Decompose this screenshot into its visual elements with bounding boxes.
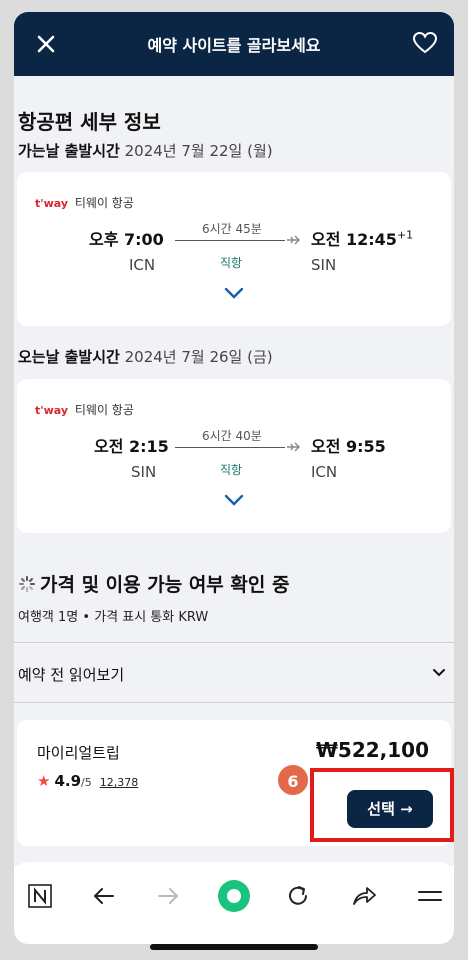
airline-name: 티웨이 항공 xyxy=(74,403,134,417)
travelers: 여행객 1명 xyxy=(18,610,79,625)
tway-logo: t'way xyxy=(35,404,69,417)
route-line xyxy=(175,240,285,241)
price-check-status: 가격 및 이용 가능 여부 확인 중 xyxy=(18,570,289,597)
home-indicator xyxy=(150,944,318,950)
inbound-label: 오는날 출발시간 xyxy=(18,348,120,366)
chevron-down-icon[interactable] xyxy=(223,286,245,300)
offer-price: ₩522,100 xyxy=(315,738,429,762)
inbound-arrive-time: 오전 9:55 xyxy=(311,437,386,456)
chevron-down-icon[interactable] xyxy=(432,668,446,678)
divider xyxy=(14,702,454,703)
tway-logo: t'way xyxy=(35,197,69,210)
inbound-duration: 6시간 40분 xyxy=(202,429,262,443)
naver-n-icon[interactable] xyxy=(26,882,54,910)
divider xyxy=(14,642,454,643)
route-line xyxy=(175,447,285,448)
plane-icon xyxy=(287,442,300,452)
heart-icon[interactable] xyxy=(412,30,438,56)
outbound-duration: 6시간 45분 xyxy=(202,222,262,236)
inbound-stops: 직항 xyxy=(220,463,243,477)
rating-value: 4.9 xyxy=(54,772,82,790)
loading-text: 가격 및 이용 가능 여부 확인 중 xyxy=(40,574,290,596)
header-title: 예약 사이트를 골라보세요 xyxy=(147,36,321,55)
currency: 가격 표시 통화 KRW xyxy=(94,610,209,625)
step-badge: 6 xyxy=(276,763,310,797)
review-count-link[interactable]: 12,378 xyxy=(100,776,139,789)
plane-icon xyxy=(287,235,300,245)
inbound-flight-card[interactable]: t'way 티웨이 항공 오전 2:15 6시간 40분 오전 9:55 SIN… xyxy=(17,379,451,533)
traveler-currency-info: 여행객 1명 • 가격 표시 통화 KRW xyxy=(18,606,208,625)
menu-icon[interactable] xyxy=(416,882,444,910)
airline-name: 티웨이 항공 xyxy=(74,196,134,210)
read-before-booking[interactable]: 예약 전 읽어보기 xyxy=(18,664,124,685)
inbound-airline: t'way 티웨이 항공 xyxy=(35,401,134,418)
share-icon[interactable] xyxy=(350,882,378,910)
forward-arrow-icon[interactable] xyxy=(154,882,182,910)
highlight-box xyxy=(310,768,454,842)
rating-scale: /5 xyxy=(81,776,92,789)
inbound-depart-time: 오전 2:15 xyxy=(94,437,169,456)
outbound-depart-time: 오후 7:00 xyxy=(89,230,164,249)
bottom-nav xyxy=(14,866,454,944)
header-bar: 예약 사이트를 골라보세요 xyxy=(14,12,454,76)
vendor-rating: ★ 4.9/5 12,378 xyxy=(37,772,138,790)
outbound-subheading: 가는날 출발시간 2024년 7월 22일 (월) xyxy=(18,140,273,161)
outbound-arrive-time: 오전 12:45+1 xyxy=(311,226,413,250)
star-icon: ★ xyxy=(37,772,51,790)
outbound-to-code: SIN xyxy=(311,256,337,274)
outbound-flight-card[interactable]: t'way 티웨이 항공 오후 7:00 6시간 45분 오전 12:45+1 … xyxy=(17,172,451,326)
arrive-time-text: 오전 12:45 xyxy=(311,230,397,249)
flight-details-title: 항공편 세부 정보 xyxy=(18,110,161,134)
vendor-name: 마이리얼트립 xyxy=(37,744,120,762)
inbound-to-code: ICN xyxy=(311,463,338,481)
outbound-from-code: ICN xyxy=(129,256,156,274)
reload-icon[interactable] xyxy=(284,882,312,910)
content-area: 항공편 세부 정보 가는날 출발시간 2024년 7월 22일 (월) t'wa… xyxy=(14,76,454,866)
outbound-date: 2024년 7월 22일 (월) xyxy=(124,142,273,160)
screen: 예약 사이트를 골라보세요 항공편 세부 정보 가는날 출발시간 2024년 7… xyxy=(0,0,468,960)
inbound-subheading: 오는날 출발시간 2024년 7월 26일 (금) xyxy=(18,346,273,367)
day-offset: +1 xyxy=(396,228,414,242)
bullet: • xyxy=(82,610,95,625)
outbound-label: 가는날 출발시간 xyxy=(18,142,120,160)
outbound-airline: t'way 티웨이 항공 xyxy=(35,194,134,211)
inbound-date: 2024년 7월 26일 (금) xyxy=(124,348,273,366)
record-icon[interactable] xyxy=(216,878,252,914)
back-arrow-icon[interactable] xyxy=(90,882,118,910)
inbound-from-code: SIN xyxy=(131,463,157,481)
outbound-stops: 직항 xyxy=(220,256,243,270)
chevron-down-icon[interactable] xyxy=(223,493,245,507)
loading-spinner-icon xyxy=(19,576,35,592)
